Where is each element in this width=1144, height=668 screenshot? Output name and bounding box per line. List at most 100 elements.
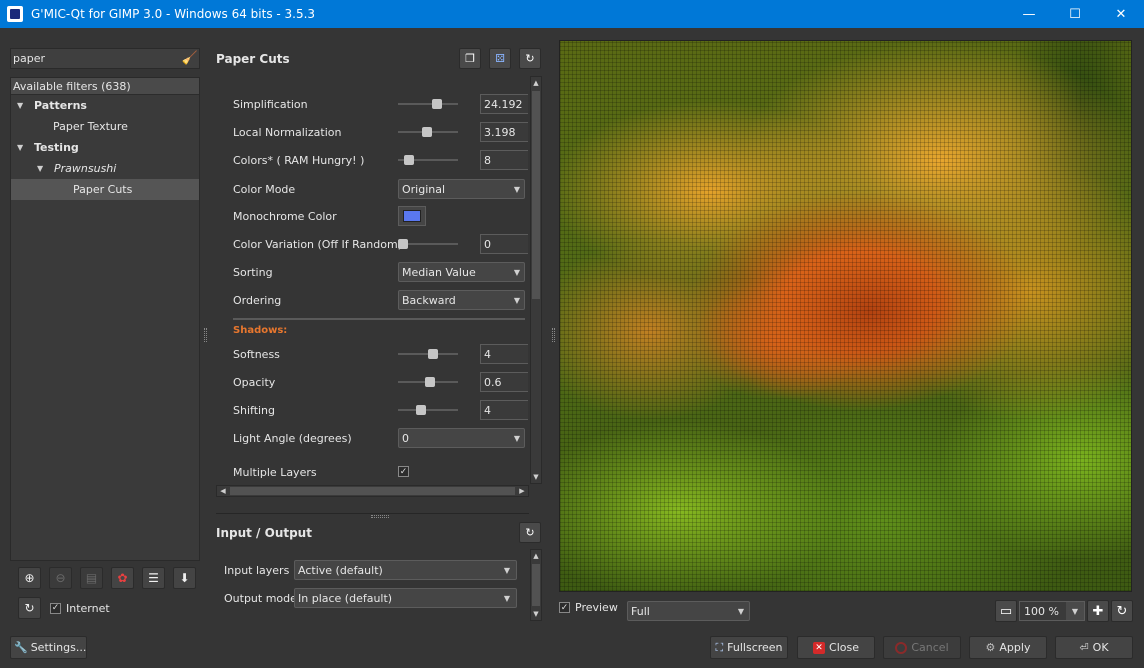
shifting-slider[interactable]: [398, 405, 458, 415]
output-mode-select[interactable]: In place (default) ▼: [294, 588, 517, 608]
slider-handle[interactable]: [416, 405, 426, 415]
right-splitter-handle[interactable]: [552, 328, 555, 342]
tree-item-patterns[interactable]: ▼ Patterns: [11, 95, 199, 116]
reset-params-button[interactable]: ↻: [519, 48, 541, 69]
scroll-up-icon[interactable]: ▲: [531, 77, 541, 89]
slider-handle[interactable]: [428, 349, 438, 359]
maximize-button[interactable]: ☐: [1052, 0, 1098, 28]
param-color-variation: Color Variation (Off If Random) 0▲▼: [233, 234, 528, 254]
scroll-thumb[interactable]: [230, 487, 515, 495]
remove-favorite-button[interactable]: ⊖: [49, 567, 72, 589]
chevron-down-icon[interactable]: ▼: [1066, 602, 1084, 620]
slider-handle[interactable]: [422, 127, 432, 137]
scroll-thumb[interactable]: [532, 564, 540, 606]
softness-spinbox[interactable]: 4▲▼: [480, 344, 528, 364]
cancel-button[interactable]: Cancel: [883, 636, 961, 659]
select-filters-button[interactable]: ☰: [142, 567, 165, 589]
input-layers-select[interactable]: Active (default) ▼: [294, 560, 517, 580]
expand-arrow-icon[interactable]: ▼: [17, 137, 23, 158]
close-window-button[interactable]: ✕: [1098, 0, 1144, 28]
opacity-spinbox[interactable]: 0.6▲▼: [480, 372, 528, 392]
copy-command-button[interactable]: ❐: [459, 48, 481, 69]
output-mode-row: Output mode: [224, 588, 297, 608]
ordering-select[interactable]: Backward ▼: [398, 290, 525, 310]
tree-item-prawnsushi[interactable]: ▼ Prawnsushi: [11, 158, 199, 179]
refresh-icon: ↻: [24, 601, 35, 615]
scroll-thumb[interactable]: [532, 91, 540, 299]
chevron-down-icon: ▼: [737, 606, 744, 616]
filter-parameters: Simplification 24.192▲▼ Local Normalizat…: [216, 76, 528, 485]
apply-button[interactable]: ⚙ Apply: [969, 636, 1047, 659]
local-normalization-spinbox[interactable]: 3.198▲▼: [480, 122, 528, 142]
zoom-out-icon: ▭: [999, 603, 1013, 619]
expand-arrow-icon[interactable]: ▼: [37, 158, 43, 179]
add-favorite-button[interactable]: ⊕: [18, 567, 41, 589]
sorting-select[interactable]: Median Value ▼: [398, 262, 525, 282]
preview-image[interactable]: [559, 40, 1132, 592]
opacity-slider[interactable]: [398, 377, 458, 387]
clear-search-icon[interactable]: 🧹: [181, 50, 199, 68]
internet-checkbox[interactable]: ✓: [50, 602, 61, 614]
scroll-down-icon[interactable]: ▼: [531, 471, 541, 483]
slider-handle[interactable]: [432, 99, 442, 109]
simplification-spinbox[interactable]: 24.192▲▼: [480, 94, 528, 114]
slider-handle[interactable]: [398, 239, 408, 249]
local-normalization-slider[interactable]: [398, 127, 458, 137]
scroll-up-icon[interactable]: ▲: [531, 550, 541, 562]
remove-favorite-icon: ⊖: [55, 571, 66, 585]
zoom-in-button[interactable]: ✚: [1087, 600, 1109, 622]
io-vertical-scrollbar[interactable]: ▲ ▼: [530, 549, 542, 621]
list-check-icon: ☰: [148, 571, 159, 585]
left-splitter-handle[interactable]: [204, 328, 207, 342]
slider-handle[interactable]: [404, 155, 414, 165]
simplification-slider[interactable]: [398, 99, 458, 109]
tree-item-testing[interactable]: ▼ Testing: [11, 137, 199, 158]
settings-button[interactable]: 🔧 Settings...: [10, 636, 87, 659]
rename-icon: ▤: [85, 571, 98, 585]
color-mode-select[interactable]: Original ▼: [398, 179, 525, 199]
colors-slider[interactable]: [398, 155, 458, 165]
scroll-down-icon[interactable]: ▼: [531, 608, 541, 620]
param-local-normalization: Local Normalization 3.198▲▼: [233, 122, 528, 142]
chevron-down-icon: ▼: [503, 565, 510, 575]
slider-handle[interactable]: [425, 377, 435, 387]
cancel-icon: [895, 641, 908, 654]
filter-tree[interactable]: Available filters (638) ▼ Patterns Paper…: [10, 77, 200, 561]
zoom-out-button[interactable]: ▭: [995, 600, 1017, 622]
ok-button[interactable]: ⏎ OK: [1055, 636, 1133, 659]
tree-item-paper-texture[interactable]: Paper Texture: [11, 116, 199, 137]
tree-item-paper-cuts[interactable]: Paper Cuts: [11, 179, 199, 200]
params-horizontal-scrollbar[interactable]: ◀ ▶: [216, 485, 529, 497]
expand-arrow-icon[interactable]: ▼: [17, 95, 23, 116]
minimize-button[interactable]: —: [1006, 0, 1052, 28]
scroll-left-icon[interactable]: ◀: [217, 486, 229, 496]
scroll-right-icon[interactable]: ▶: [516, 486, 528, 496]
expand-collapse-button[interactable]: ⬇: [173, 567, 196, 589]
shifting-spinbox[interactable]: 4▲▼: [480, 400, 528, 420]
input-layers-label: Input layers: [224, 563, 290, 577]
params-vertical-scrollbar[interactable]: ▲ ▼: [530, 76, 542, 484]
reset-io-button[interactable]: ↻: [519, 522, 541, 543]
filter-search-box: 🧹: [10, 48, 200, 69]
search-input[interactable]: [11, 52, 181, 65]
refresh-filters-button[interactable]: ↻: [18, 597, 41, 619]
chevron-down-icon: ▼: [513, 267, 520, 277]
io-splitter-handle[interactable]: [371, 515, 389, 518]
close-button[interactable]: ✕ Close: [797, 636, 875, 659]
preview-mode-select[interactable]: Full ▼: [627, 601, 750, 621]
random-params-button[interactable]: ⚄: [489, 48, 511, 69]
zoom-level-select[interactable]: 100 % ▼: [1019, 601, 1085, 621]
color-variation-slider[interactable]: [398, 239, 458, 249]
io-divider: [216, 513, 529, 514]
monochrome-color-button[interactable]: [398, 206, 426, 226]
fullscreen-button[interactable]: ⛶ Fullscreen: [710, 636, 788, 659]
visibility-button[interactable]: ✿: [111, 567, 134, 589]
softness-slider[interactable]: [398, 349, 458, 359]
preview-checkbox[interactable]: ✓: [559, 602, 570, 613]
colors-spinbox[interactable]: 8▲▼: [480, 150, 528, 170]
color-variation-spinbox[interactable]: 0▲▼: [480, 234, 528, 254]
rename-favorite-button[interactable]: ▤: [80, 567, 103, 589]
light-angle-select[interactable]: 0 ▼: [398, 428, 525, 448]
refresh-preview-button[interactable]: ↻: [1111, 600, 1133, 622]
multiple-layers-checkbox[interactable]: ✓: [398, 466, 409, 477]
